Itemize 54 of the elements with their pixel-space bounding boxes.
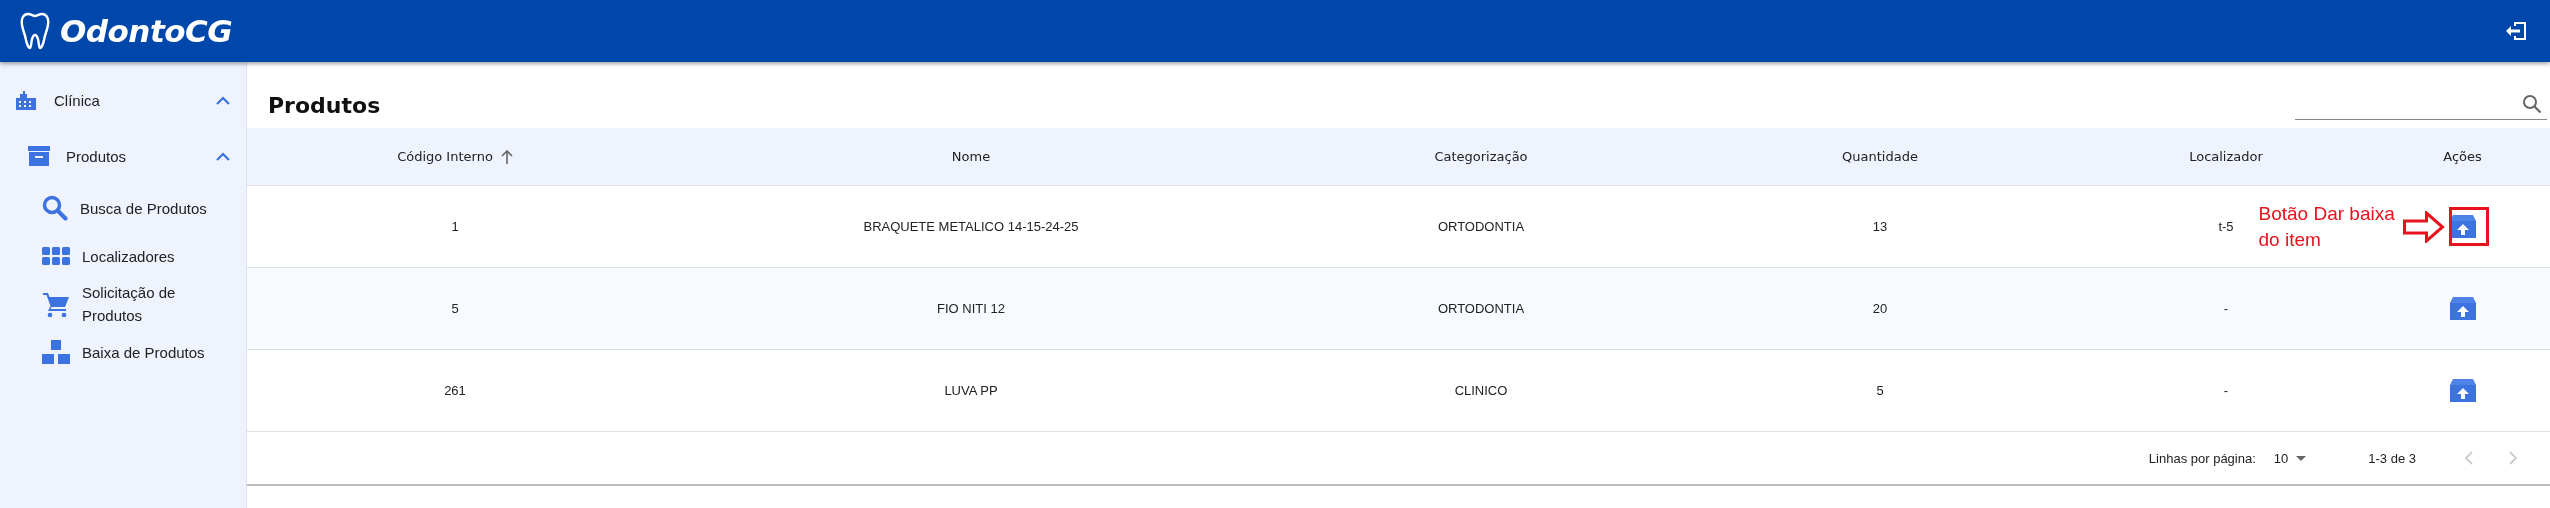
search-icon	[42, 195, 68, 221]
logout-button[interactable]	[2506, 21, 2528, 41]
sort-up-icon[interactable]	[500, 149, 513, 164]
column-header[interactable]: Quantidade	[1842, 149, 1918, 164]
sidebar-item[interactable]: Produtos	[0, 128, 246, 184]
table-cell: 261	[444, 383, 466, 398]
archive-icon	[28, 146, 50, 166]
write-off-button[interactable]	[2449, 379, 2476, 402]
table-cell: LUVA PP	[944, 383, 998, 398]
table-cell: ORTODONTIA	[1437, 219, 1525, 234]
highlight-frame	[2448, 207, 2489, 246]
archive-upload-icon	[2449, 379, 2476, 402]
app-logo-text: OdontoCG	[60, 13, 233, 49]
write-off-button[interactable]	[2449, 297, 2476, 320]
tooth-icon	[20, 12, 50, 50]
rows-per-page-select[interactable]: 10	[2267, 449, 2313, 467]
table-cell: 5	[1876, 383, 1884, 398]
table-cell: 20	[1872, 301, 1888, 316]
column-header[interactable]: Categorização	[1434, 149, 1528, 164]
building-icon	[14, 88, 38, 112]
column-header[interactable]: Ações	[2443, 149, 2482, 164]
cart-icon	[42, 290, 70, 318]
grid-icon	[42, 247, 70, 265]
column-header[interactable]: Nome	[951, 149, 991, 164]
search-icon	[2521, 93, 2543, 115]
annotation-text: Botão Dar baixa do item	[2258, 201, 2396, 252]
table-cell: 1	[451, 219, 459, 234]
table-cell: 13	[1872, 219, 1888, 234]
table-cell: -	[2223, 301, 2229, 316]
table-cell: ORTODONTIA	[1437, 301, 1525, 316]
rows-per-page-label: Linhas por página:	[2148, 450, 2256, 466]
caret-icon	[2296, 455, 2307, 461]
table-cell: BRAQUETE METALICO 14-15-24-25	[863, 219, 1079, 234]
table-cell: FIO NITI 12	[937, 301, 1005, 316]
table-cell: -	[2223, 383, 2229, 398]
chevron-up-icon[interactable]	[216, 151, 230, 161]
sidebar-item[interactable]: Solicitação de Produtos	[0, 280, 246, 328]
column-header[interactable]: Código Interno	[397, 149, 493, 164]
table-cell: 5	[451, 301, 459, 316]
chevron-right-icon	[2509, 451, 2518, 465]
page-range: 1-3 de 3	[2368, 450, 2416, 466]
sidebar-item[interactable]: Busca de Produtos	[0, 184, 246, 232]
column-header[interactable]: Localizador	[2189, 149, 2263, 164]
chevron-left-icon	[2464, 451, 2473, 465]
boxes-icon	[42, 340, 70, 364]
chevron-up-icon[interactable]	[216, 95, 230, 105]
sidebar-item[interactable]: Baixa de Produtos	[0, 328, 246, 376]
table-cell: CLINICO	[1454, 383, 1508, 398]
sidebar-item[interactable]: Clínica	[0, 72, 246, 128]
annotation-arrow	[2402, 210, 2445, 243]
archive-upload-icon	[2449, 297, 2476, 320]
table-cell: t-5	[2218, 219, 2234, 234]
page-title: Produtos	[268, 93, 381, 118]
sidebar-item[interactable]: Localizadores	[0, 232, 246, 280]
